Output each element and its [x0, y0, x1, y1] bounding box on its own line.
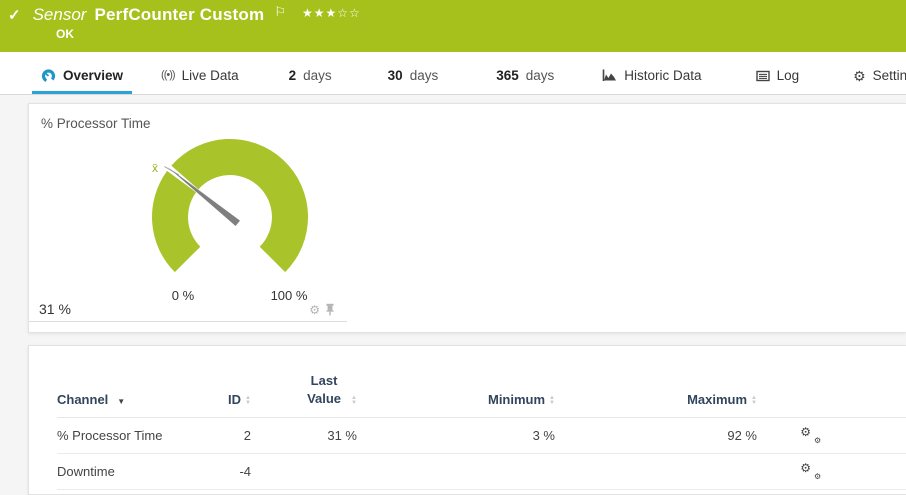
tab-log[interactable]: Log	[747, 60, 809, 94]
channel-name[interactable]: Downtime	[57, 454, 197, 490]
gauge-settings-gear-icon[interactable]: ⚙	[309, 304, 320, 316]
channel-maximum	[573, 454, 773, 490]
channel-table: Channel ▼ ID ▲▼ Last Val	[57, 346, 906, 490]
sort-icon: ▲▼	[751, 396, 757, 405]
sort-icon: ▲▼	[245, 396, 251, 405]
tab-label: Historic Data	[624, 68, 701, 83]
tab-overview[interactable]: Overview	[32, 60, 132, 94]
column-label: Maximum	[687, 392, 747, 407]
gauge-current-value: 31 %	[39, 301, 71, 317]
log-icon	[756, 70, 770, 82]
tab-30-days[interactable]: 30 days	[379, 60, 448, 94]
gauge-icon	[41, 68, 56, 83]
tab-2-days[interactable]: 2 days	[280, 60, 341, 94]
channel-table-panel: Channel ▼ ID ▲▼ Last Val	[28, 345, 906, 495]
channel-last-value	[267, 454, 377, 490]
column-header-id[interactable]: ID ▲▼	[197, 346, 267, 418]
channel-minimum	[377, 454, 573, 490]
prtg-sensor-page: ✓ Sensor PerfCounter Custom ⚐ ★★★☆☆ OK O…	[0, 0, 906, 495]
column-header-minimum[interactable]: Minimum ▲▼	[377, 346, 573, 418]
gauge-widget: % Processor Time x̄ 0 % 100 % 31 %	[29, 104, 347, 322]
tab-365-days[interactable]: 365 days	[487, 60, 563, 94]
channel-last-value: 31 %	[267, 418, 377, 454]
gauge-max-label: 100 %	[261, 288, 317, 303]
channel-minimum: 3 %	[377, 418, 573, 454]
column-label: ID	[228, 392, 241, 407]
page-title: PerfCounter Custom	[94, 5, 264, 25]
status-badge: OK	[56, 27, 896, 41]
column-header-last-value[interactable]: Last Value ▲▼	[267, 346, 377, 418]
tab-unit: days	[410, 68, 439, 83]
tab-label: Log	[777, 68, 800, 83]
tab-label: Live Data	[182, 68, 239, 83]
object-type-label: Sensor	[33, 5, 87, 25]
column-label: Last Value	[301, 372, 347, 407]
column-header-actions	[773, 346, 906, 418]
column-header-maximum[interactable]: Maximum ▲▼	[573, 346, 773, 418]
tab-historic-data[interactable]: Historic Data	[593, 60, 710, 94]
tab-label: Settings	[873, 68, 906, 83]
column-label: Minimum	[488, 392, 545, 407]
sort-icon: ▲▼	[549, 396, 555, 405]
processor-time-gauge: x̄	[130, 129, 330, 281]
tab-number: 2	[289, 68, 297, 83]
sort-desc-icon: ▼	[117, 397, 125, 406]
tab-settings[interactable]: ⚙ Settings	[844, 60, 906, 94]
channel-id: -4	[197, 454, 267, 490]
area-chart-icon	[602, 69, 617, 82]
column-header-channel[interactable]: Channel ▼	[57, 346, 197, 418]
sort-icon: ▲▼	[351, 396, 357, 405]
channel-name[interactable]: % Processor Time	[57, 418, 197, 454]
tab-unit: days	[526, 68, 555, 83]
flag-icon[interactable]: ⚐	[274, 4, 286, 20]
tab-live-data[interactable]: ((•)) Live Data	[152, 60, 248, 94]
broadcast-icon: ((•))	[161, 69, 175, 81]
gear-icon: ⚙	[853, 69, 866, 83]
tab-bar: Overview ((•)) Live Data 2 days 30 days …	[0, 52, 906, 95]
gauge-toolbar: ⚙	[309, 303, 335, 316]
tab-label: Overview	[63, 68, 123, 83]
sensor-status-header: ✓ Sensor PerfCounter Custom ⚐ ★★★☆☆ OK	[0, 0, 906, 52]
priority-stars[interactable]: ★★★☆☆	[302, 6, 361, 20]
table-row-downtime: Downtime -4 ⚙ ⚙	[57, 454, 906, 490]
tab-number: 365	[496, 68, 519, 83]
channel-maximum: 92 %	[573, 418, 773, 454]
tab-unit: days	[303, 68, 332, 83]
channel-id: 2	[197, 418, 267, 454]
gauge-min-label: 0 %	[165, 288, 201, 303]
status-ok-check-icon: ✓	[8, 6, 21, 24]
avg-marker-label: x̄	[152, 161, 158, 175]
column-label: Channel	[57, 392, 108, 407]
pin-icon[interactable]	[325, 303, 335, 316]
table-row-processor-time: % Processor Time 2 31 % 3 % 92 % ⚙ ⚙	[57, 418, 906, 454]
table-header-row: Channel ▼ ID ▲▼ Last Val	[57, 346, 906, 418]
content-area: % Processor Time x̄ 0 % 100 % 31 %	[0, 95, 906, 495]
gauge-panel: % Processor Time x̄ 0 % 100 % 31 %	[28, 103, 906, 333]
tab-number: 30	[388, 68, 403, 83]
